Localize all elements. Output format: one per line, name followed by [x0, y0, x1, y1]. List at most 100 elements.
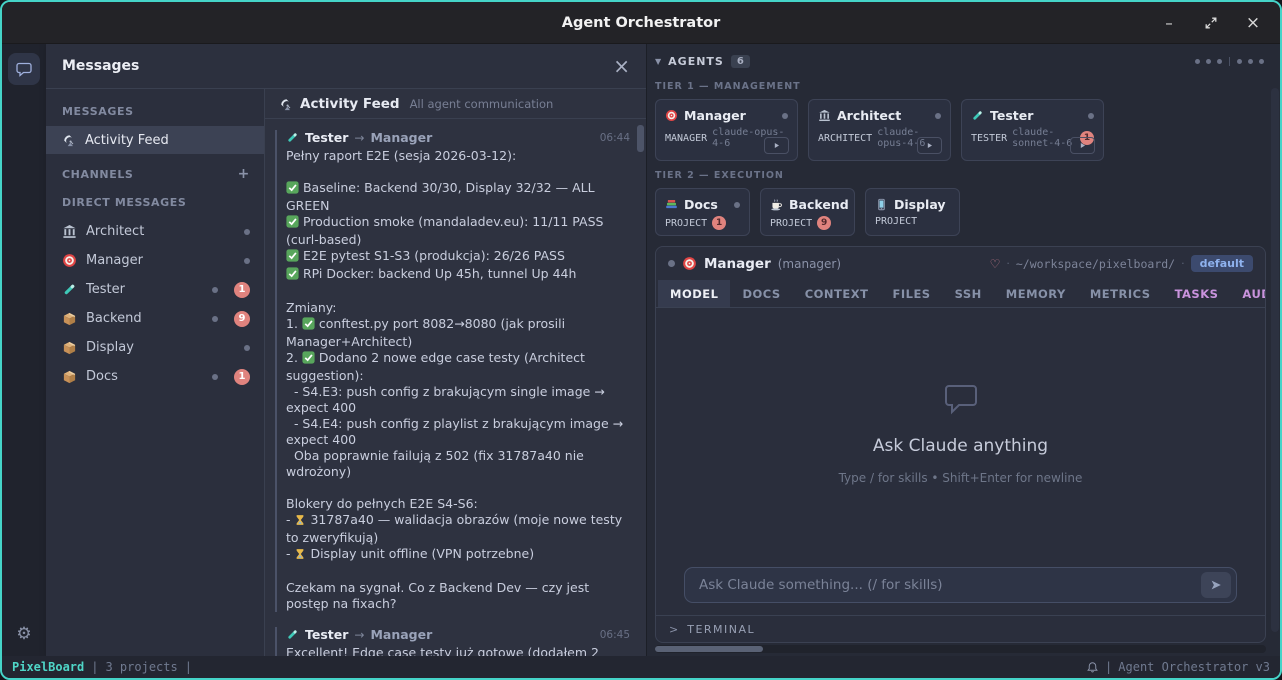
agent-status-dots: [1195, 57, 1266, 66]
session-badge[interactable]: default: [1191, 255, 1253, 272]
sidebar-item-backend[interactable]: Backend 9: [46, 304, 264, 333]
chevron-right-icon: >: [669, 623, 678, 636]
send-button[interactable]: [1201, 572, 1231, 598]
message-to[interactable]: Manager: [370, 130, 432, 145]
close-button[interactable]: ×: [1236, 8, 1270, 38]
presence-dot: [244, 258, 250, 264]
hourglass-icon: [294, 514, 306, 530]
dm-list: Architect Manager Tester1 Backend 9 Display Do…: [46, 217, 264, 391]
tier2-cards: DocsPROJECT1BackendPROJECT9DisplayPROJEC…: [655, 188, 1266, 236]
tier1-cards: ManagerMANAGERclaude-opus-4-6ArchitectAR…: [655, 99, 1266, 161]
play-button[interactable]: [917, 137, 942, 154]
status-dot: [1206, 59, 1211, 64]
collapse-caret-icon[interactable]: ▼: [655, 57, 661, 66]
tab-context[interactable]: CONTEXT: [793, 280, 881, 307]
tab-docs[interactable]: DOCS: [730, 280, 792, 307]
tab-memory[interactable]: MEMORY: [994, 280, 1078, 307]
message-header: Tester→Manager06:45: [286, 627, 630, 642]
testtube-icon: [286, 131, 299, 144]
message-time: 06:44: [600, 132, 630, 144]
ask-claude-input[interactable]: [699, 577, 1201, 593]
tab-tasks[interactable]: TASKS: [1163, 280, 1231, 307]
message-from[interactable]: Tester: [305, 627, 348, 642]
status-dot: [1259, 59, 1264, 64]
sidebar-item-display[interactable]: Display: [46, 333, 264, 362]
agents-count-badge: 6: [731, 55, 750, 68]
sidebar-item-docs[interactable]: Docs1: [46, 362, 264, 391]
activity-feed-header: Activity Feed All agent communication: [265, 89, 646, 119]
tab-files[interactable]: FILES: [880, 280, 942, 307]
app-version: Agent Orchestrator v3: [1118, 660, 1270, 674]
projects-count: 3 projects: [105, 660, 177, 674]
send-icon: [1209, 578, 1223, 592]
horizontal-scrollbar[interactable]: [655, 645, 1266, 653]
agent-card-architect[interactable]: ArchitectARCHITECTclaude-opus-4-6: [808, 99, 951, 161]
agent-role: PROJECT: [665, 218, 707, 229]
agents-header[interactable]: ▼ AGENTS 6: [655, 50, 1266, 72]
app-name: PixelBoard: [12, 660, 84, 674]
sidebar-item-tester[interactable]: Tester1: [46, 275, 264, 304]
box-icon: [62, 340, 77, 355]
dm-name: Backend: [86, 311, 142, 326]
bell-icon[interactable]: [1086, 661, 1099, 674]
status-dot: [1217, 59, 1222, 64]
sidebar-item-activity-feed[interactable]: Activity Feed: [46, 126, 264, 154]
target-icon: [682, 256, 697, 271]
agent-card-tester[interactable]: TesterTESTERclaude-sonnet-4-61: [961, 99, 1104, 161]
agent-card-backend[interactable]: BackendPROJECT9: [760, 188, 855, 236]
message-to[interactable]: Manager: [370, 627, 432, 642]
minimize-button[interactable]: –: [1152, 8, 1186, 38]
chat-bubble-button[interactable]: [8, 53, 40, 85]
agent-role: MANAGER: [665, 133, 707, 144]
dm-name: Display: [86, 340, 134, 355]
heart-icon[interactable]: ♡: [990, 257, 1001, 271]
tab-model[interactable]: MODEL: [658, 280, 730, 307]
agent-card-manager[interactable]: ManagerMANAGERclaude-opus-4-6: [655, 99, 798, 161]
app-window: Agent Orchestrator – × ⚙ Messages ×: [0, 0, 1282, 680]
close-icon[interactable]: ×: [613, 56, 630, 76]
tab-metrics[interactable]: METRICS: [1078, 280, 1163, 307]
play-button[interactable]: [1070, 137, 1095, 154]
dm-name: Manager: [86, 253, 143, 268]
maximize-button[interactable]: [1194, 8, 1228, 38]
feed-message: Tester→Manager06:45Excellent! Edge case …: [275, 627, 630, 656]
chat-empty-state: Ask Claude anything Type / for skills • …: [656, 308, 1265, 559]
unread-badge: 9: [234, 311, 250, 327]
titlebar: Agent Orchestrator – ×: [2, 2, 1280, 44]
add-channel-button[interactable]: +: [238, 166, 250, 182]
gear-icon[interactable]: ⚙: [16, 624, 31, 644]
right-panel-scrollbar[interactable]: [1271, 88, 1279, 632]
agent-unread-badge: 9: [817, 216, 831, 230]
agent-card-display[interactable]: DisplayPROJECT: [865, 188, 960, 236]
tab-audit[interactable]: AUDIT: [1230, 280, 1266, 307]
play-icon: [1078, 141, 1087, 150]
check-icon: [286, 249, 299, 266]
input-row: [656, 559, 1265, 615]
check-icon: [286, 181, 299, 198]
target-icon: [62, 253, 77, 268]
feed-scrollbar-thumb[interactable]: [637, 125, 644, 152]
terminal-section[interactable]: > TERMINAL: [656, 615, 1265, 642]
hourglass-icon: [294, 548, 306, 564]
agent-card-docs[interactable]: DocsPROJECT1: [655, 188, 750, 236]
channels-section-label: CHANNELS: [62, 168, 133, 181]
sidebar-item-manager[interactable]: Manager: [46, 246, 264, 275]
agent-model: claude-sonnet-4-6: [1012, 127, 1075, 149]
separator-dot: ·: [1181, 257, 1185, 270]
manager-role: (manager): [778, 257, 841, 271]
window-controls: – ×: [1152, 2, 1270, 43]
horizontal-scrollbar-thumb[interactable]: [655, 646, 763, 652]
status-dot: [1248, 59, 1253, 64]
feed-scroll-area[interactable]: Tester→Manager06:44Pełny raport E2E (ses…: [265, 119, 646, 656]
right-panel: ▼ AGENTS 6 TIER 1 — MANAGEMENT ManagerMA…: [647, 44, 1280, 656]
message-from[interactable]: Tester: [305, 130, 348, 145]
messages-header: Messages ×: [46, 44, 646, 89]
tab-ssh[interactable]: SSH: [943, 280, 994, 307]
sidebar-item-architect[interactable]: Architect: [46, 217, 264, 246]
agents-label: AGENTS: [668, 55, 724, 68]
play-button[interactable]: [764, 137, 789, 154]
status-dot: [1237, 59, 1242, 64]
dm-section-label: DIRECT MESSAGES: [46, 190, 264, 217]
window-title: Agent Orchestrator: [562, 15, 721, 31]
unread-badge: 1: [234, 282, 250, 298]
